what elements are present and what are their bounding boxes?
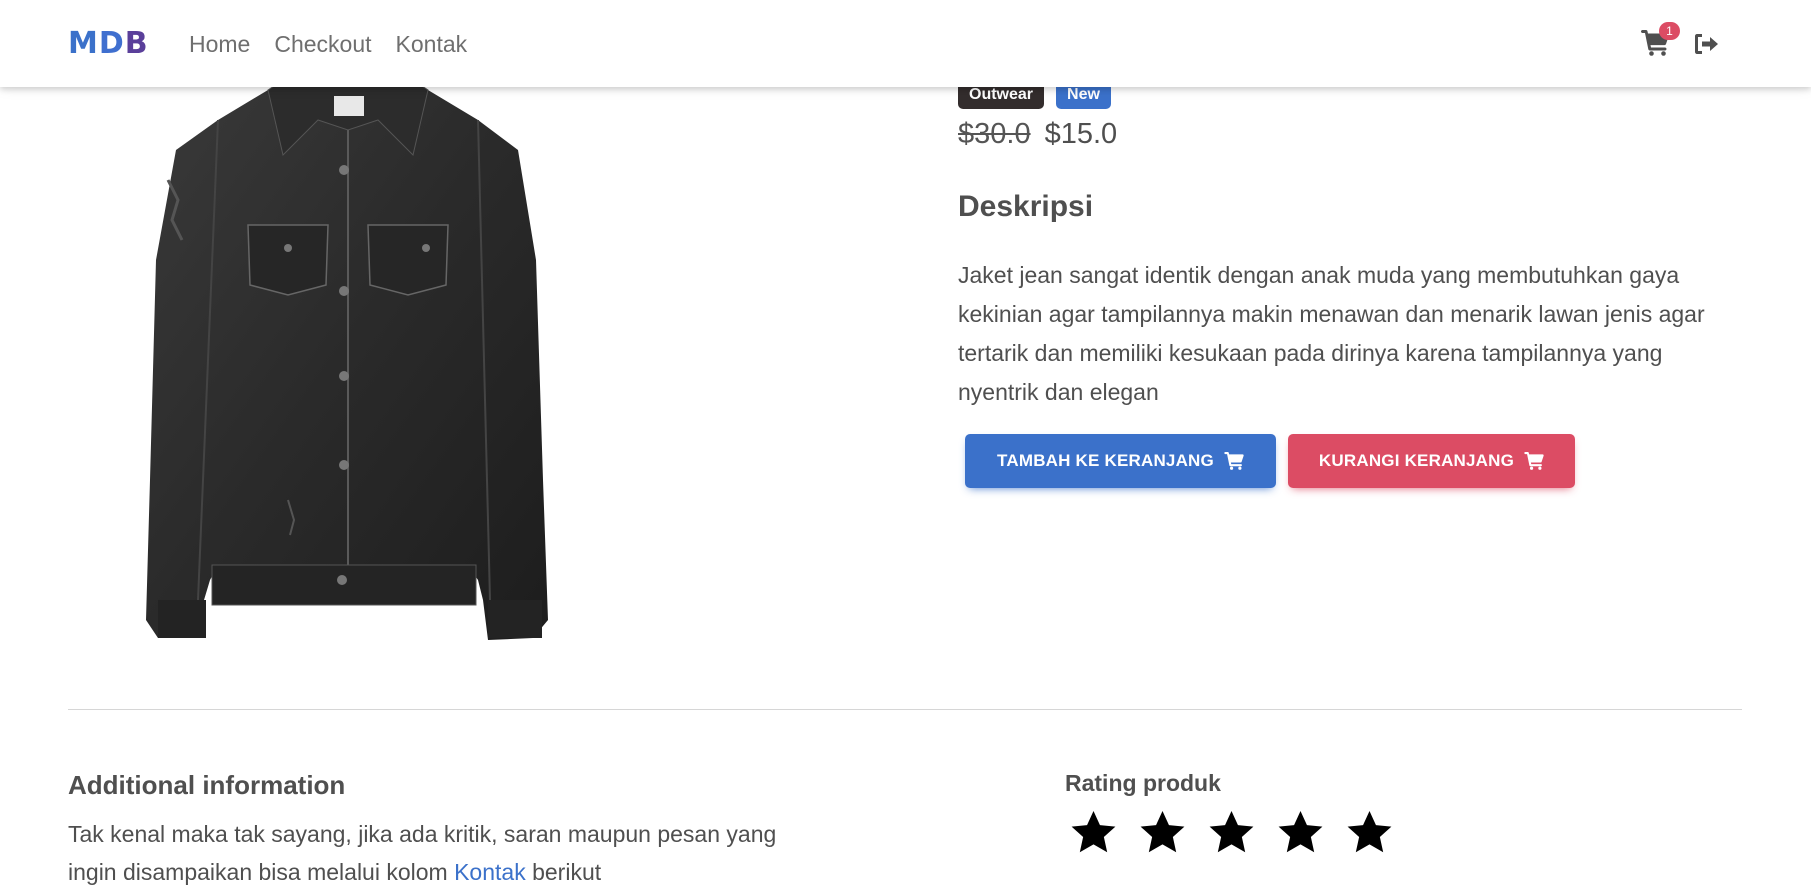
remove-from-cart-button[interactable]: Kurangi keranjang [1288, 434, 1575, 488]
old-price: $30.0 [958, 118, 1031, 150]
logout-button[interactable] [1693, 32, 1719, 56]
star-icon[interactable] [1346, 810, 1393, 855]
sign-out-icon [1695, 34, 1718, 54]
kontak-link[interactable]: Kontak [454, 859, 526, 885]
rating-stars [1070, 810, 1393, 855]
product-image [146, 69, 548, 640]
current-price: $15.0 [1044, 118, 1118, 150]
brand-letter: M [68, 26, 99, 61]
additional-info-text: Tak kenal maka tak sayang, jika ada krit… [68, 815, 828, 891]
nav-links: Home Checkout Kontak [189, 29, 479, 59]
price-row: $30.0 $15.0 [958, 118, 1117, 151]
add-to-cart-label: Tambah ke keranjang [997, 451, 1214, 470]
star-icon[interactable] [1070, 810, 1117, 855]
shopping-cart-icon [1224, 452, 1244, 470]
additional-info-text-before: Tak kenal maka tak sayang, jika ada krit… [68, 821, 777, 885]
nav-link-home[interactable]: Home [189, 29, 262, 59]
star-icon[interactable] [1139, 810, 1186, 855]
description-heading: Deskripsi [958, 190, 1094, 223]
star-icon[interactable] [1277, 810, 1324, 855]
cart-count-badge: 1 [1659, 22, 1680, 40]
description-text: Jaket jean sangat identik dengan anak mu… [958, 262, 1705, 405]
brand-letter: B [124, 26, 149, 61]
additional-info-heading: Additional information [68, 770, 346, 800]
navbar: M D B Home Checkout Kontak 1 [0, 0, 1811, 87]
cart-button[interactable]: 1 [1641, 22, 1680, 58]
additional-info-text-after: berikut [525, 859, 602, 885]
brand-letter: D [98, 26, 125, 61]
nav-link-checkout[interactable]: Checkout [262, 29, 383, 59]
remove-from-cart-label: Kurangi keranjang [1318, 451, 1515, 470]
rating-heading: Rating produk [1065, 770, 1221, 796]
section-divider [68, 709, 1742, 710]
star-icon[interactable] [1208, 810, 1255, 855]
brand-logo[interactable]: M D B [68, 28, 149, 60]
shopping-cart-icon [1524, 452, 1544, 470]
nav-link-kontak[interactable]: Kontak [384, 29, 480, 59]
add-to-cart-button[interactable]: Tambah ke keranjang [965, 434, 1276, 488]
